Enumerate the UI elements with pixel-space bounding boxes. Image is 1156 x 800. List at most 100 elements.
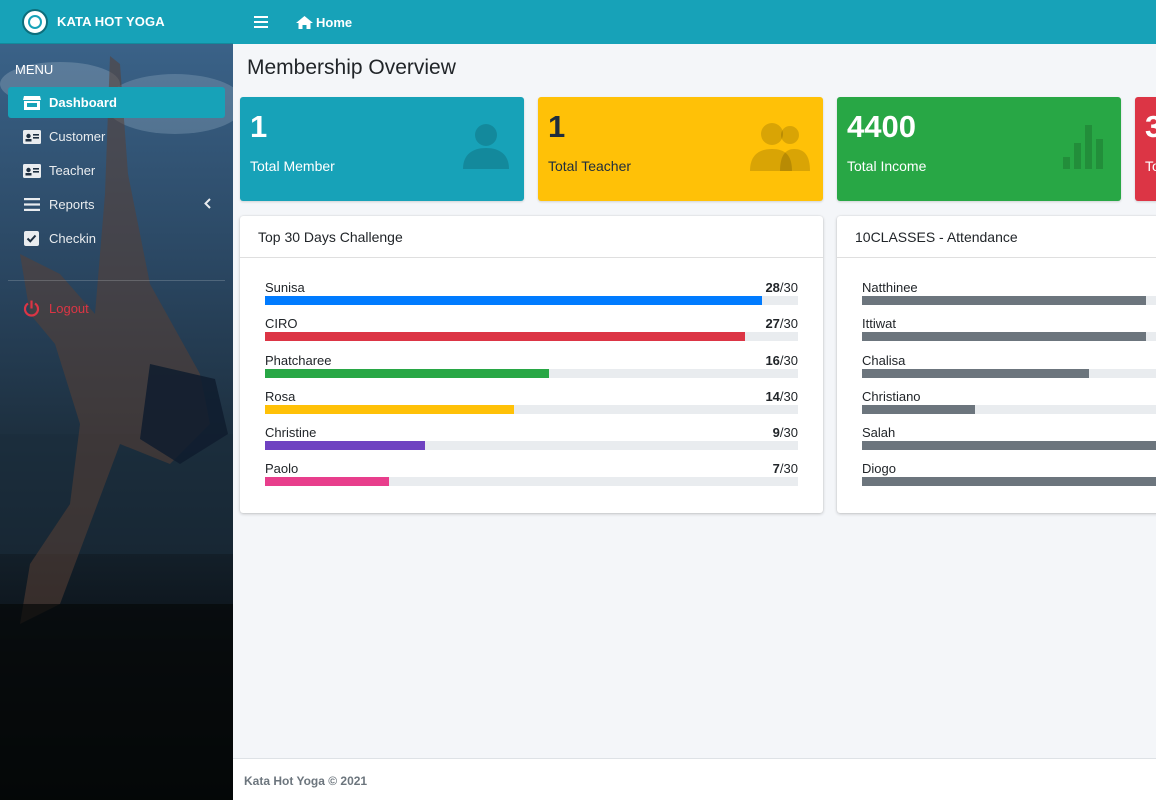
sidebar-item-logout[interactable]: Logout bbox=[8, 293, 225, 324]
progress-track bbox=[862, 477, 1156, 487]
progress-row: Chalisa bbox=[862, 351, 1156, 387]
progress-current: 27 bbox=[765, 316, 780, 332]
progress-track bbox=[265, 441, 798, 451]
stat-value: 1 bbox=[548, 109, 566, 144]
progress-name: Christiano bbox=[862, 388, 921, 404]
sidebar-item-teacher[interactable]: Teacher bbox=[8, 155, 225, 186]
power-icon bbox=[22, 300, 41, 317]
home-icon bbox=[296, 15, 313, 29]
sidebar-item-label: Teacher bbox=[49, 163, 96, 178]
hamburger-menu-icon[interactable] bbox=[254, 16, 268, 28]
progress-row: Salah bbox=[862, 423, 1156, 459]
footer: Kata Hot Yoga © 2021 bbox=[233, 758, 1156, 800]
progress-name: Sunisa bbox=[265, 280, 305, 295]
progress-fill bbox=[265, 477, 390, 487]
progress-current: 7 bbox=[772, 461, 780, 477]
progress-track bbox=[265, 404, 798, 414]
progress-value: 7/30 bbox=[773, 461, 798, 476]
progress-track bbox=[265, 477, 798, 487]
stat-box-total-income: 4400 Total Income bbox=[837, 97, 1121, 201]
logout-label: Logout bbox=[49, 301, 89, 316]
progress-fill bbox=[862, 477, 1156, 487]
brand-logo-icon bbox=[22, 8, 48, 35]
stat-value: 1 bbox=[250, 109, 268, 144]
id-card-icon bbox=[22, 129, 41, 145]
progress-track bbox=[862, 296, 1156, 305]
home-label: Home bbox=[316, 14, 353, 30]
progress-name: Chalisa bbox=[862, 352, 906, 368]
progress-track bbox=[265, 332, 798, 342]
brand[interactable]: KATA HOT YOGA bbox=[0, 0, 233, 44]
progress-track bbox=[862, 368, 1156, 378]
sidebar-item-label: Dashboard bbox=[49, 95, 117, 110]
progress-row: Sunisa 28/30 bbox=[265, 278, 798, 314]
progress-row: Ittiwat bbox=[862, 314, 1156, 350]
progress-row: Christine 9/30 bbox=[265, 423, 798, 459]
progress-track bbox=[265, 296, 798, 305]
progress-name: Christine bbox=[265, 425, 317, 441]
progress-fill bbox=[862, 332, 1146, 342]
stat-value: 4400 bbox=[847, 109, 916, 144]
stat-value: 3 bbox=[1145, 109, 1156, 144]
progress-row: Phatcharee 16/30 bbox=[265, 351, 798, 387]
bar-chart-icon bbox=[1063, 125, 1103, 169]
stat-box-total-member: 1 Total Member bbox=[240, 97, 524, 201]
progress-fill bbox=[265, 332, 745, 342]
progress-value: 27/30 bbox=[765, 316, 798, 331]
card-title: 10CLASSES - Attendance bbox=[837, 216, 1156, 258]
progress-name: Salah bbox=[862, 425, 896, 441]
progress-row: Rosa 14/30 bbox=[265, 387, 798, 423]
sidebar-item-label: Customer bbox=[49, 129, 106, 144]
store-icon bbox=[22, 95, 41, 111]
progress-fill bbox=[862, 296, 1146, 305]
list-icon bbox=[22, 197, 41, 213]
stat-label: To bbox=[1145, 158, 1156, 174]
attendance-list: Natthinee Ittiwat Chalisa Christiano Salah Di… bbox=[837, 258, 1156, 496]
progress-max: 30 bbox=[783, 280, 798, 295]
progress-max: 30 bbox=[783, 316, 798, 332]
stat-label: Total Income bbox=[847, 158, 927, 174]
progress-track bbox=[862, 441, 1156, 451]
progress-track bbox=[862, 404, 1156, 414]
challenge-card: Top 30 Days Challenge Sunisa 28/30 CIRO 27/… bbox=[240, 216, 823, 513]
progress-row: Paolo 7/30 bbox=[265, 459, 798, 495]
card-title: Top 30 Days Challenge bbox=[240, 216, 823, 258]
challenge-list: Sunisa 28/30 CIRO 27/30 Phatcharee 16/30 Rosa 1… bbox=[240, 258, 823, 496]
users-icon bbox=[750, 123, 810, 171]
chevron-left-icon bbox=[204, 197, 211, 212]
home-link[interactable]: Home bbox=[296, 15, 352, 30]
top-navbar: Home bbox=[233, 0, 1156, 44]
progress-fill bbox=[862, 404, 976, 414]
progress-name: Ittiwat bbox=[862, 316, 896, 332]
sidebar-item-label: Reports bbox=[49, 197, 95, 212]
progress-row: Christiano bbox=[862, 387, 1156, 423]
stat-box-partial: 3 To bbox=[1135, 97, 1156, 201]
user-icon bbox=[463, 124, 509, 169]
progress-fill bbox=[265, 296, 763, 305]
progress-name: Diogo bbox=[862, 461, 896, 477]
progress-value: 9/30 bbox=[773, 425, 798, 440]
sidebar-item-dashboard[interactable]: Dashboard bbox=[8, 87, 225, 118]
progress-max: 30 bbox=[783, 352, 798, 368]
progress-name: Phatcharee bbox=[265, 352, 332, 368]
sidebar: KATA HOT YOGA MENU Dashboard Customer Te… bbox=[0, 0, 233, 800]
sidebar-item-customer[interactable]: Customer bbox=[8, 121, 225, 152]
progress-current: 28 bbox=[765, 280, 780, 295]
progress-name: Rosa bbox=[265, 388, 296, 404]
id-card-icon bbox=[22, 163, 41, 179]
progress-row: Diogo bbox=[862, 459, 1156, 495]
progress-value: 16/30 bbox=[765, 353, 798, 368]
sidebar-item-label: Checkin bbox=[49, 231, 96, 246]
sidebar-item-reports[interactable]: Reports bbox=[8, 189, 225, 220]
stat-label: Total Member bbox=[250, 158, 335, 174]
progress-track bbox=[265, 368, 798, 378]
progress-track bbox=[862, 332, 1156, 342]
progress-name: Natthinee bbox=[862, 280, 918, 295]
progress-current: 16 bbox=[765, 352, 780, 368]
progress-max: 30 bbox=[783, 461, 798, 477]
sidebar-nav: Dashboard Customer Teacher Reports Check… bbox=[8, 87, 225, 327]
sidebar-item-checkin[interactable]: Checkin bbox=[8, 223, 225, 254]
progress-fill bbox=[265, 404, 514, 414]
progress-row: Natthinee bbox=[862, 278, 1156, 314]
sidebar-divider bbox=[8, 280, 225, 281]
